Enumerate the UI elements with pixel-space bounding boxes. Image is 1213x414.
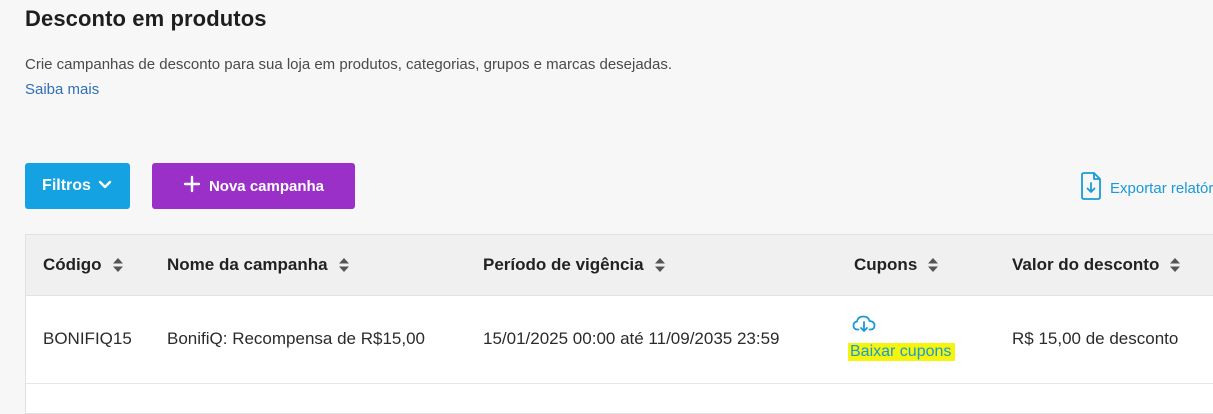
plus-icon (183, 175, 201, 197)
cell-code: BONIFIQ15 (43, 329, 132, 348)
column-header-label: Período de vigência (483, 255, 644, 274)
cell-campaign-name: BonifiQ: Recompensa de R$15,00 (167, 329, 425, 348)
page-description: Crie campanhas de desconto para sua loja… (25, 56, 673, 73)
learn-more-link[interactable]: Saiba mais (25, 81, 99, 98)
cloud-download-icon (852, 314, 955, 339)
sort-icon (927, 257, 939, 273)
download-coupons-label: Baixar cupons (848, 343, 956, 361)
column-header-label: Nome da campanha (167, 255, 328, 274)
sort-icon (338, 257, 350, 273)
export-report-label: Exportar relatório (1110, 179, 1213, 197)
column-header-label: Código (43, 255, 102, 274)
column-header-code[interactable]: Código (43, 235, 124, 295)
column-header-coupons[interactable]: Cupons (854, 235, 939, 295)
campaigns-table: Código Nome da campanha Período de vigên… (25, 234, 1213, 414)
sort-icon (112, 257, 124, 273)
column-header-name[interactable]: Nome da campanha (167, 235, 350, 295)
column-header-period[interactable]: Período de vigência (483, 235, 666, 295)
filters-button[interactable]: Filtros (25, 163, 130, 209)
column-header-label: Cupons (854, 255, 918, 274)
table-header: Código Nome da campanha Período de vigên… (26, 235, 1213, 296)
cell-discount-value: R$ 15,00 de desconto (1012, 329, 1179, 348)
chevron-down-icon (97, 176, 113, 197)
new-campaign-button-label: Nova campanha (208, 177, 325, 195)
page-title: Desconto em produtos (25, 6, 267, 31)
new-campaign-button[interactable]: Nova campanha (152, 163, 355, 209)
filters-button-label: Filtros (42, 177, 91, 194)
column-header-discount[interactable]: Valor do desconto (1012, 235, 1181, 295)
cell-period: 15/01/2025 00:00 até 11/09/2035 23:59 (483, 329, 780, 348)
column-header-label: Valor do desconto (1012, 255, 1160, 274)
download-coupons-link[interactable]: Baixar cupons (848, 314, 956, 361)
export-report-button[interactable]: Exportar relatório (1080, 172, 1213, 204)
file-download-icon (1080, 172, 1102, 204)
sort-icon (1169, 257, 1181, 273)
sort-icon (654, 257, 666, 273)
table-row[interactable]: BONIFIQ15 BonifiQ: Recompensa de R$15,00… (26, 296, 1213, 384)
